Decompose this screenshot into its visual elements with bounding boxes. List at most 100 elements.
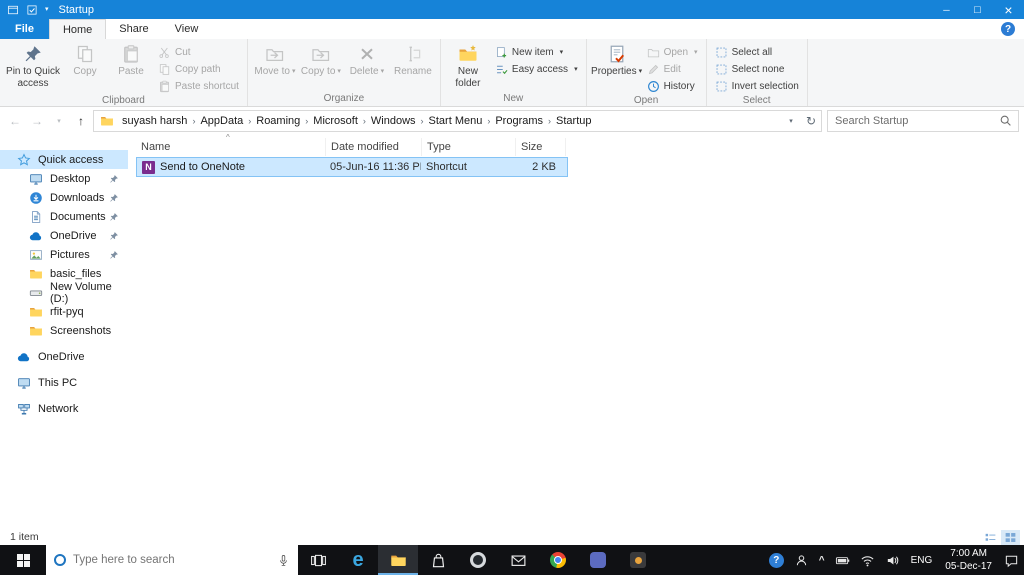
maximize-button[interactable] [962, 0, 993, 19]
mail-button[interactable] [498, 545, 538, 575]
history-button[interactable]: History [645, 79, 700, 94]
status-bar: 1 item [0, 529, 1024, 545]
easy-access-button[interactable]: Easy access [493, 62, 580, 77]
sidebar-item-rfit-pyq[interactable]: rfit-pyq [0, 302, 128, 321]
tab-view[interactable]: View [162, 19, 212, 39]
microphone-icon[interactable] [277, 554, 290, 567]
help-icon[interactable] [1001, 22, 1015, 36]
breadcrumb-item[interactable]: Windows [366, 114, 421, 128]
close-button[interactable] [993, 0, 1024, 19]
discord-button[interactable] [578, 545, 618, 575]
network-button[interactable] [855, 545, 880, 575]
tab-home[interactable]: Home [48, 19, 107, 39]
breadcrumb-item[interactable]: AppData [195, 114, 248, 128]
people-button[interactable] [789, 545, 814, 575]
customize-qat-caret-icon[interactable] [45, 6, 49, 13]
open-group-label: Open [633, 95, 659, 106]
paste-button[interactable]: Paste [108, 41, 154, 94]
delete-button[interactable]: Delete [344, 41, 390, 92]
chrome-button[interactable] [538, 545, 578, 575]
details-view-icon [984, 531, 997, 544]
column-header-name[interactable]: Name [136, 138, 326, 156]
sidebar-item-documents[interactable]: Documents [0, 207, 128, 226]
explorer-window-icon[interactable] [7, 4, 19, 16]
details-view-button[interactable] [981, 530, 1000, 545]
task-view-button[interactable] [298, 545, 338, 575]
forward-button[interactable] [27, 111, 47, 131]
cut-button[interactable]: Cut [156, 45, 241, 60]
sidebar-item-label: Downloads [50, 191, 105, 204]
sidebar-item-this-pc[interactable]: This PC [0, 373, 128, 392]
language-indicator[interactable]: ENG [905, 555, 939, 566]
invert-selection-button[interactable]: Invert selection [713, 79, 801, 94]
edit-button[interactable]: Edit [645, 62, 700, 77]
copy-path-button[interactable]: Copy path [156, 62, 241, 77]
sidebar-item-network[interactable]: Network [0, 399, 128, 418]
column-header-date-modified[interactable]: Date modified [326, 138, 422, 156]
sidebar-item-label: Documents [50, 210, 106, 223]
sidebar-item-downloads[interactable]: Downloads [0, 188, 128, 207]
recent-locations-caret-icon[interactable] [49, 111, 69, 131]
paste-shortcut-button[interactable]: Paste shortcut [156, 79, 241, 94]
column-header-size[interactable]: Size [516, 138, 566, 156]
show-hidden-icons-button[interactable] [814, 545, 830, 575]
github-button[interactable] [458, 545, 498, 575]
select-group-label: Select [742, 95, 771, 106]
breadcrumb-item[interactable]: Programs [490, 114, 548, 128]
pictures-icon [29, 248, 43, 262]
address-dropdown-caret-icon[interactable] [781, 111, 801, 131]
tray-help-button[interactable] [764, 545, 789, 575]
sidebar-item-screenshots[interactable]: Screenshots [0, 321, 128, 340]
camera-button[interactable] [618, 545, 658, 575]
breadcrumb[interactable]: suyash harsh AppData Roaming Microsoft W… [93, 109, 822, 132]
taskbar-search-input[interactable] [73, 554, 270, 566]
search-input[interactable] [828, 114, 999, 127]
start-button[interactable] [0, 545, 46, 575]
battery-button[interactable] [830, 545, 855, 575]
pin-to-quick-access-button[interactable]: Pin to Quick access [4, 41, 62, 94]
sidebar-item-new-volume-d[interactable]: New Volume (D:) [0, 281, 128, 305]
edge-button[interactable] [338, 545, 378, 575]
breadcrumb-item[interactable]: Start Menu [424, 114, 488, 128]
drive-icon [29, 286, 43, 300]
breadcrumb-item[interactable]: Startup [551, 114, 596, 128]
tab-file[interactable]: File [0, 19, 49, 39]
refresh-icon[interactable] [801, 111, 821, 131]
tab-share[interactable]: Share [106, 19, 161, 39]
back-button[interactable] [5, 111, 25, 131]
desktop-icon [29, 172, 43, 186]
move-to-button[interactable]: Move to [252, 41, 298, 92]
copy-button[interactable]: Copy [62, 41, 108, 94]
move-to-caret-icon [290, 66, 296, 78]
breadcrumb-item[interactable]: suyash harsh [117, 114, 192, 128]
store-button[interactable] [418, 545, 458, 575]
properties-button[interactable]: Properties [591, 41, 643, 94]
up-button[interactable] [71, 111, 91, 131]
easy-access-label: Easy access [511, 64, 569, 75]
select-all-button[interactable]: Select all [713, 45, 801, 60]
breadcrumb-item[interactable]: Microsoft [308, 114, 363, 128]
large-icons-view-button[interactable] [1001, 529, 1020, 545]
sidebar-item-onedrive-pinned[interactable]: OneDrive [0, 226, 128, 245]
new-folder-button[interactable]: New folder [445, 41, 491, 92]
file-explorer-button[interactable] [378, 545, 418, 575]
network-icon [17, 402, 31, 416]
sidebar-item-onedrive[interactable]: OneDrive [0, 347, 128, 366]
minimize-button[interactable] [931, 0, 962, 19]
rename-button[interactable]: Rename [390, 41, 436, 92]
select-none-button[interactable]: Select none [713, 62, 801, 77]
sidebar-item-quick-access[interactable]: Quick access [0, 150, 128, 169]
copy-to-button[interactable]: Copy to [298, 41, 344, 92]
column-header-type[interactable]: Type [422, 138, 516, 156]
file-row-send-to-onenote[interactable]: Send to OneNote 05-Jun-16 11:36 PM Short… [136, 157, 568, 177]
sidebar-item-desktop[interactable]: Desktop [0, 169, 128, 188]
breadcrumb-item[interactable]: Roaming [251, 114, 305, 128]
properties-qat-icon[interactable] [26, 4, 38, 16]
action-center-button[interactable] [999, 545, 1024, 575]
search-icon[interactable] [999, 114, 1012, 127]
volume-button[interactable] [880, 545, 905, 575]
clock[interactable]: 7:00 AM 05-Dec-17 [938, 547, 999, 573]
sidebar-item-pictures[interactable]: Pictures [0, 245, 128, 264]
new-item-button[interactable]: New item [493, 45, 580, 60]
open-button[interactable]: Open [645, 45, 700, 60]
